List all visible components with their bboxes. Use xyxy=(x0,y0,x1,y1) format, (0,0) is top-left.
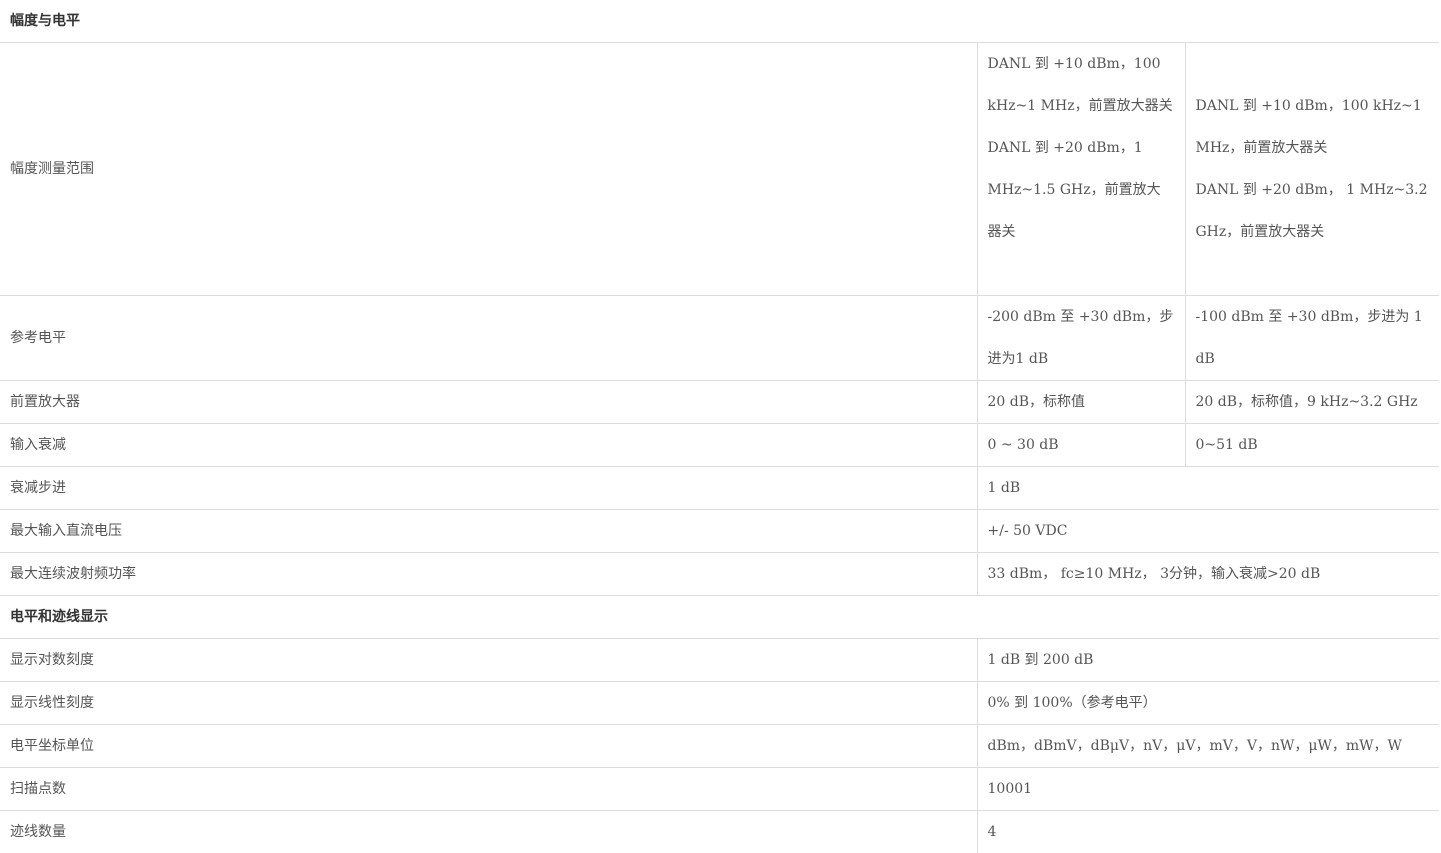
table-row: 幅度测量范围 DANL 到 +10 dBm，100 kHz~1 MHz，前置放大… xyxy=(0,43,1439,296)
row-value-model-2: DANL 到 +10 dBm，100 kHz~1 MHz，前置放大器关 DANL… xyxy=(1185,43,1439,296)
table-row: 扫描点数 10001 xyxy=(0,768,1439,811)
row-label: 最大连续波射频功率 xyxy=(0,553,977,596)
table-row: 衰减步进 1 dB xyxy=(0,467,1439,510)
row-label: 迹线数量 xyxy=(0,811,977,853)
table-row: 前置放大器 20 dB，标称值 20 dB，标称值，9 kHz~3.2 GHz xyxy=(0,381,1439,424)
row-value-model-1: 0 ~ 30 dB xyxy=(977,424,1185,467)
table-row: 最大输入直流电压 +/- 50 VDC xyxy=(0,510,1439,553)
table-row: 显示对数刻度 1 dB 到 200 dB xyxy=(0,639,1439,682)
section-title: 幅度与电平 xyxy=(0,0,1439,43)
row-value: 0% 到 100%（参考电平） xyxy=(977,682,1439,725)
value-line: DANL 到 +10 dBm，100 kHz~1 MHz，前置放大器关 xyxy=(988,43,1175,127)
row-value: 1 dB xyxy=(977,467,1439,510)
table-row: 输入衰减 0 ~ 30 dB 0~51 dB xyxy=(0,424,1439,467)
row-label: 衰减步进 xyxy=(0,467,977,510)
section-title: 电平和迹线显示 xyxy=(0,596,1439,639)
table-row: 最大连续波射频功率 33 dBm， fc≥10 MHz， 3分钟，输入衰减>20… xyxy=(0,553,1439,596)
table-row: 迹线数量 4 xyxy=(0,811,1439,853)
table-row: 电平坐标单位 dBm，dBmV，dBμV，nV，μV，mV，V，nW，μW，mW… xyxy=(0,725,1439,768)
table-row: 显示线性刻度 0% 到 100%（参考电平） xyxy=(0,682,1439,725)
row-value-model-2: 0~51 dB xyxy=(1185,424,1439,467)
section-header-amplitude: 幅度与电平 xyxy=(0,0,1439,43)
table-row: 参考电平 -200 dBm 至 +30 dBm，步进为1 dB -100 dBm… xyxy=(0,296,1439,381)
row-label: 显示对数刻度 xyxy=(0,639,977,682)
value-line: DANL 到 +10 dBm，100 kHz~1 MHz，前置放大器关 xyxy=(1196,85,1430,169)
row-value: dBm，dBmV，dBμV，nV，μV，mV，V，nW，μW，mW，W xyxy=(977,725,1439,768)
row-value: 33 dBm， fc≥10 MHz， 3分钟，输入衰减>20 dB xyxy=(977,553,1439,596)
row-label: 最大输入直流电压 xyxy=(0,510,977,553)
spec-table: 幅度与电平 幅度测量范围 DANL 到 +10 dBm，100 kHz~1 MH… xyxy=(0,0,1439,853)
row-label: 显示线性刻度 xyxy=(0,682,977,725)
row-label: 前置放大器 xyxy=(0,381,977,424)
row-label: 扫描点数 xyxy=(0,768,977,811)
row-value: 10001 xyxy=(977,768,1439,811)
section-header-level-trace: 电平和迹线显示 xyxy=(0,596,1439,639)
value-line: DANL 到 +20 dBm， 1 MHz~3.2 GHz，前置放大器关 xyxy=(1196,169,1430,253)
row-value-model-1: DANL 到 +10 dBm，100 kHz~1 MHz，前置放大器关 DANL… xyxy=(977,43,1185,296)
row-value-model-1: 20 dB，标称值 xyxy=(977,381,1185,424)
row-value-model-2: 20 dB，标称值，9 kHz~3.2 GHz xyxy=(1185,381,1439,424)
row-value-model-2: -100 dBm 至 +30 dBm，步进为 1 dB xyxy=(1185,296,1439,381)
row-value-model-1: -200 dBm 至 +30 dBm，步进为1 dB xyxy=(977,296,1185,381)
row-value: 1 dB 到 200 dB xyxy=(977,639,1439,682)
row-value: 4 xyxy=(977,811,1439,853)
value-line: DANL 到 +20 dBm，1 MHz~1.5 GHz，前置放大器关 xyxy=(988,127,1175,253)
row-value: +/- 50 VDC xyxy=(977,510,1439,553)
row-label: 电平坐标单位 xyxy=(0,725,977,768)
row-label: 幅度测量范围 xyxy=(0,43,977,296)
row-label: 输入衰减 xyxy=(0,424,977,467)
row-label: 参考电平 xyxy=(0,296,977,381)
